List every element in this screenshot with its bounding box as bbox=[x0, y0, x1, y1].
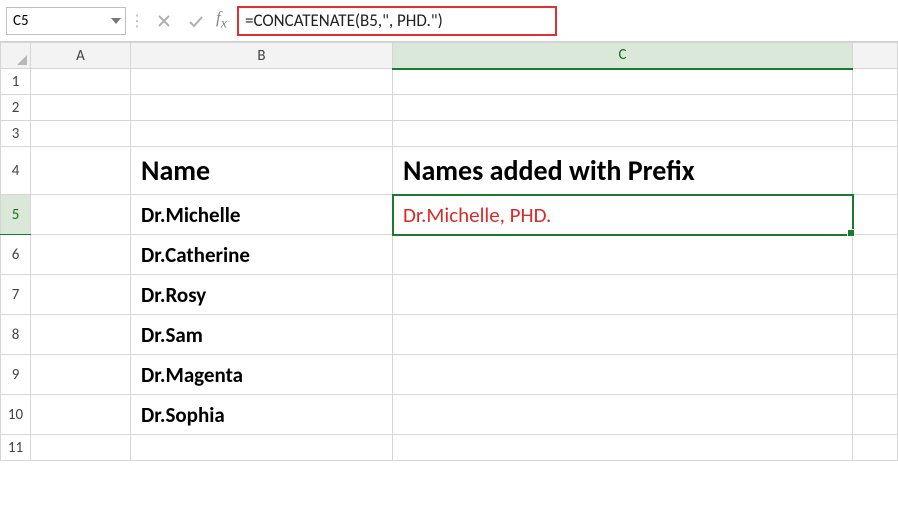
formula-input[interactable]: =CONCATENATE(B5,", PHD.") bbox=[245, 10, 443, 31]
cell-D3[interactable] bbox=[853, 121, 898, 147]
row-header-1[interactable]: 1 bbox=[1, 69, 31, 95]
cell-B9[interactable]: Dr.Magenta bbox=[131, 355, 393, 395]
name-box-value: C5 bbox=[13, 12, 29, 30]
row-header-7[interactable]: 7 bbox=[1, 275, 31, 315]
cell-A8[interactable] bbox=[31, 315, 131, 355]
cell-D1[interactable] bbox=[853, 69, 898, 95]
row-header-5[interactable]: 5 bbox=[1, 195, 31, 235]
cell-A11[interactable] bbox=[31, 435, 131, 461]
cell-B5[interactable]: Dr.Michelle bbox=[131, 195, 393, 235]
cell-D7[interactable] bbox=[853, 275, 898, 315]
cell-A3[interactable] bbox=[31, 121, 131, 147]
col-header-C[interactable]: C bbox=[393, 43, 853, 69]
cell-C3[interactable] bbox=[393, 121, 853, 147]
cell-D2[interactable] bbox=[853, 95, 898, 121]
cell-A7[interactable] bbox=[31, 275, 131, 315]
cell-C5[interactable]: Dr.Michelle, PHD. bbox=[393, 195, 853, 235]
row-header-10[interactable]: 10 bbox=[1, 395, 31, 435]
col-header-A[interactable]: A bbox=[31, 43, 131, 69]
cell-D4[interactable] bbox=[853, 147, 898, 195]
cell-B11[interactable] bbox=[131, 435, 393, 461]
cell-C6[interactable] bbox=[393, 235, 853, 275]
cancel-icon[interactable] bbox=[148, 7, 180, 35]
cell-A6[interactable] bbox=[31, 235, 131, 275]
row-header-11[interactable]: 11 bbox=[1, 435, 31, 461]
row-header-9[interactable]: 9 bbox=[1, 355, 31, 395]
cell-C10[interactable] bbox=[393, 395, 853, 435]
formula-input-highlight: =CONCATENATE(B5,", PHD.") bbox=[237, 6, 557, 36]
cell-C11[interactable] bbox=[393, 435, 853, 461]
cell-C8[interactable] bbox=[393, 315, 853, 355]
cell-A4[interactable] bbox=[31, 147, 131, 195]
fx-icon[interactable]: fx bbox=[216, 8, 227, 32]
cell-B10[interactable]: Dr.Sophia bbox=[131, 395, 393, 435]
enter-icon[interactable] bbox=[180, 7, 212, 35]
row-header-8[interactable]: 8 bbox=[1, 315, 31, 355]
select-all-corner[interactable] bbox=[1, 43, 31, 69]
formula-bar: C5 ⋮ fx =CONCATENATE(B5,", PHD.") bbox=[0, 0, 898, 42]
cell-C7[interactable] bbox=[393, 275, 853, 315]
row-header-6[interactable]: 6 bbox=[1, 235, 31, 275]
cell-C2[interactable] bbox=[393, 95, 853, 121]
divider: ⋮ bbox=[132, 7, 142, 35]
row-header-3[interactable]: 3 bbox=[1, 121, 31, 147]
cell-A2[interactable] bbox=[31, 95, 131, 121]
cell-A9[interactable] bbox=[31, 355, 131, 395]
cell-C4[interactable]: Names added with Prefix bbox=[393, 147, 853, 195]
cell-C1[interactable] bbox=[393, 69, 853, 95]
chevron-down-icon[interactable] bbox=[111, 18, 121, 24]
cell-A10[interactable] bbox=[31, 395, 131, 435]
cell-B7[interactable]: Dr.Rosy bbox=[131, 275, 393, 315]
col-header-B[interactable]: B bbox=[131, 43, 393, 69]
cell-B4[interactable]: Name bbox=[131, 147, 393, 195]
cell-A1[interactable] bbox=[31, 69, 131, 95]
col-header-blank[interactable] bbox=[853, 43, 898, 69]
cell-A5[interactable] bbox=[31, 195, 131, 235]
row-header-4[interactable]: 4 bbox=[1, 147, 31, 195]
cell-D6[interactable] bbox=[853, 235, 898, 275]
row-header-2[interactable]: 2 bbox=[1, 95, 31, 121]
cell-C9[interactable] bbox=[393, 355, 853, 395]
cell-B3[interactable] bbox=[131, 121, 393, 147]
cell-B1[interactable] bbox=[131, 69, 393, 95]
cell-D11[interactable] bbox=[853, 435, 898, 461]
cell-D9[interactable] bbox=[853, 355, 898, 395]
spreadsheet-grid: A B C 1 2 3 4 Name Names added with Pref… bbox=[0, 42, 898, 461]
name-box[interactable]: C5 bbox=[6, 7, 126, 35]
cell-D5[interactable] bbox=[853, 195, 898, 235]
cell-B2[interactable] bbox=[131, 95, 393, 121]
cell-D10[interactable] bbox=[853, 395, 898, 435]
cell-B6[interactable]: Dr.Catherine bbox=[131, 235, 393, 275]
cell-B8[interactable]: Dr.Sam bbox=[131, 315, 393, 355]
cell-D8[interactable] bbox=[853, 315, 898, 355]
